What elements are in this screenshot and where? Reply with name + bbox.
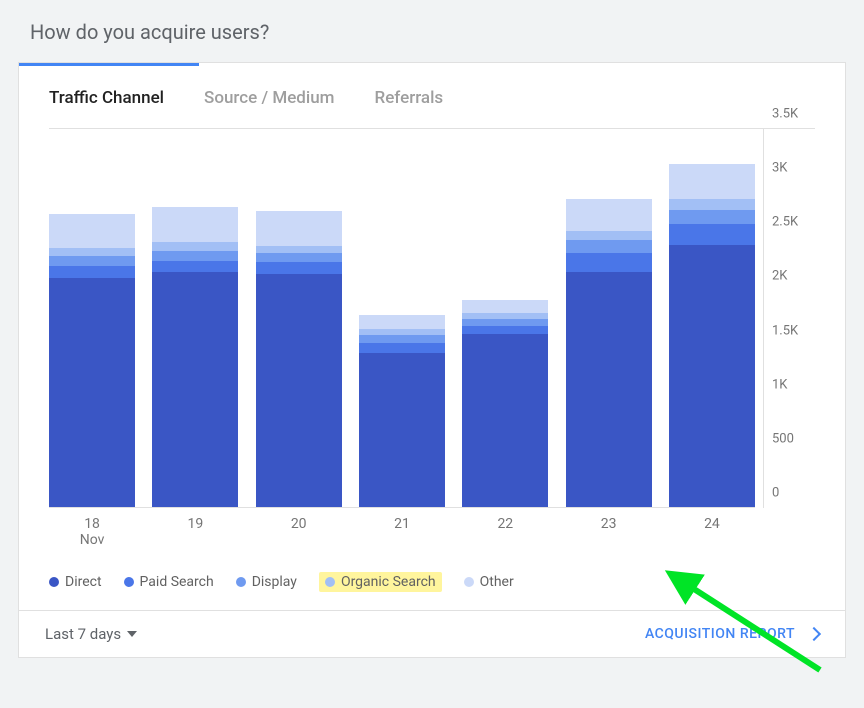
date-range-label: Last 7 days (45, 625, 121, 643)
legend-item[interactable]: Display (236, 574, 297, 590)
bar-segment (256, 253, 342, 262)
x-tick: 24 (669, 516, 755, 548)
x-labels: 18Nov 19 20 21 22 23 24 (49, 516, 755, 548)
y-tick: 1.5K (772, 323, 798, 338)
bar-segment (462, 334, 548, 507)
x-axis: 18Nov 19 20 21 22 23 24 (49, 508, 815, 548)
legend: Direct Paid Search Display Organic Search Ot… (19, 558, 845, 610)
y-tick: 2.5K (772, 215, 798, 230)
caret-down-icon (127, 631, 137, 637)
bar-column[interactable] (152, 129, 238, 507)
acquisition-card: Traffic Channel Source / Medium Referral… (18, 62, 846, 658)
bar-segment (49, 214, 135, 247)
y-tick: 3.5K (772, 107, 798, 122)
bar-column[interactable] (566, 129, 652, 507)
bar-segment (566, 199, 652, 230)
bar-segment (49, 256, 135, 266)
bar-segment (566, 240, 652, 253)
legend-item[interactable]: Organic Search (319, 572, 442, 592)
bar-segment (152, 207, 238, 243)
bar-segment (256, 274, 342, 507)
y-tick: 3K (772, 161, 787, 176)
bar-segment (49, 278, 135, 507)
legend-swatch (464, 577, 474, 587)
legend-swatch (325, 577, 335, 587)
legend-item[interactable]: Direct (49, 574, 102, 590)
bar-segment (152, 261, 238, 272)
card-title: How do you acquire users? (18, 12, 846, 62)
bar-segment (152, 251, 238, 261)
legend-label: Paid Search (140, 574, 214, 590)
legend-item[interactable]: Other (464, 574, 514, 590)
bar-segment (669, 224, 755, 245)
legend-label: Direct (65, 574, 102, 590)
bar-segment (462, 326, 548, 335)
tab-traffic-channel[interactable]: Traffic Channel (49, 88, 164, 108)
bar-column[interactable] (669, 129, 755, 507)
tab-referrals[interactable]: Referrals (375, 88, 444, 108)
bar-column[interactable] (256, 129, 342, 507)
x-tick: 19 (152, 516, 238, 548)
chart-area: 05001K1.5K2K2.5K3K3.5K 18Nov192021222324 (19, 128, 845, 558)
bar-segment (669, 245, 755, 507)
legend-swatch (236, 577, 246, 587)
bar-segment (669, 199, 755, 210)
bar-segment (669, 210, 755, 224)
card-footer: Last 7 days ACQUISITION REPORT (19, 610, 845, 657)
bar-segment (359, 335, 445, 343)
bar-segment (256, 262, 342, 274)
x-tick: 22 (462, 516, 548, 548)
report-link-label: ACQUISITION REPORT (645, 626, 795, 642)
y-tick: 2K (772, 269, 787, 284)
legend-swatch (124, 577, 134, 587)
bar-segment (152, 272, 238, 507)
bar-segment (49, 248, 135, 257)
bar-segment (566, 231, 652, 241)
chevron-right-icon (807, 627, 821, 641)
bar-column[interactable] (359, 129, 445, 507)
y-tick: 0 (772, 486, 779, 501)
legend-label: Organic Search (341, 574, 436, 590)
y-tick: 500 (772, 431, 794, 446)
plot-area: 05001K1.5K2K2.5K3K3.5K (49, 128, 815, 508)
bar-segment (462, 300, 548, 313)
bar-segment (566, 253, 652, 271)
x-tick: 21 (359, 516, 445, 548)
x-tick: 20 (256, 516, 342, 548)
legend-swatch (49, 577, 59, 587)
bar-column[interactable] (462, 129, 548, 507)
bar-segment (669, 164, 755, 200)
bar-segment (359, 353, 445, 507)
x-tick: 18Nov (49, 516, 135, 548)
acquisition-report-link[interactable]: ACQUISITION REPORT (645, 626, 819, 642)
bar-segment (566, 272, 652, 507)
tab-source-medium[interactable]: Source / Medium (204, 88, 334, 108)
x-sublabel: Nov (49, 532, 135, 548)
legend-label: Other (480, 574, 514, 590)
bars-container (49, 129, 755, 508)
y-tick: 1K (772, 377, 787, 392)
bar-column[interactable] (49, 129, 135, 507)
bar-segment (256, 246, 342, 254)
bar-segment (359, 343, 445, 353)
x-tick: 23 (566, 516, 652, 548)
bar-segment (49, 266, 135, 278)
legend-item[interactable]: Paid Search (124, 574, 214, 590)
bar-segment (359, 315, 445, 329)
bar-segment (152, 242, 238, 251)
bar-segment (256, 211, 342, 246)
y-axis: 05001K1.5K2K2.5K3K3.5K (763, 129, 815, 508)
tabs-row: Traffic Channel Source / Medium Referral… (19, 66, 845, 128)
legend-label: Display (252, 574, 297, 590)
date-range-selector[interactable]: Last 7 days (45, 625, 137, 643)
